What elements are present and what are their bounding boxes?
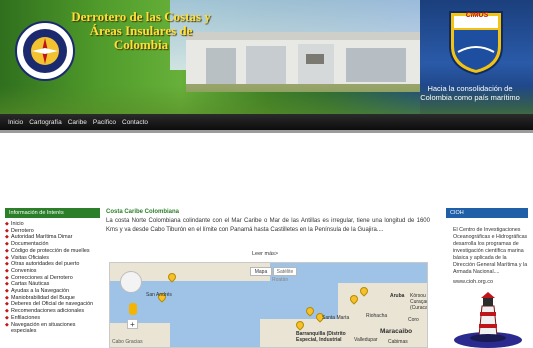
sidebar-item-label: Navegación en situaciones especiales — [11, 321, 76, 335]
site-title: Derrotero de las Costas y Áreas Insulare… — [71, 9, 211, 52]
right-sidebar: CIOH El Centro de Investigaciones Oceano… — [446, 208, 528, 285]
sidebar-item-label: Otras autoridades del puerto — [11, 261, 80, 268]
banner-tagline: Hacia la consolidación de Colombia como … — [420, 84, 520, 102]
place-santa-marta: Santa Marta — [322, 315, 350, 321]
article-title: Costa Caribe Colombiana — [106, 209, 180, 215]
sidebar-item-label: Documentación — [11, 241, 49, 248]
place-korsou: Kòrsou Curaçao (Curacao) — [410, 293, 428, 311]
sidebar-item-autoridad[interactable]: ◆ Autoridad Marítima Dimar — [5, 234, 100, 241]
place-valledupar: Valledupar — [354, 337, 378, 343]
place-barranquilla: Barranquilla (Distrito Especial, Industr… — [296, 331, 346, 343]
sidebar-item-label: Recomendaciones adicionales — [11, 308, 85, 315]
nav-inicio[interactable]: Inicio — [8, 119, 23, 126]
map-zoom-in-button[interactable]: + — [127, 319, 138, 329]
place-cabimas: Cabimas — [388, 339, 408, 345]
sidebar-item-label: Inicio — [11, 221, 24, 227]
place-roatan: Roatán — [272, 277, 289, 283]
sidebar-list: ◆ Inicio ◆ Derrotero ◆ Autoridad Marítima D… — [5, 221, 100, 335]
sidebar-item-ayudas[interactable]: ◆ Ayudas a la Navegación — [5, 288, 100, 295]
lighthouse-illustration-icon — [454, 292, 522, 348]
sidebar-item-label: Visitas Oficiales — [11, 254, 49, 261]
left-sidebar: Información de Interés ◆ Inicio ◆ Derroter… — [5, 208, 100, 335]
sidebar-item-label: Derrotero — [11, 227, 34, 234]
sidebar-item-visitas[interactable]: ◆ Visitas Oficiales — [5, 255, 100, 262]
map-type-button[interactable]: Mapa — [250, 267, 272, 276]
sidebar-item-inicio[interactable]: ◆ Inicio — [5, 221, 100, 228]
sidebar-item-label: Correcciones al Derrotero — [11, 274, 73, 281]
sidebar-item-label: Deberes del Oficial de navegación — [11, 301, 94, 308]
place-aruba: Aruba — [390, 293, 405, 299]
nav-pacifico[interactable]: Pacífico — [93, 119, 116, 126]
sidebar-item-label: Código de protección de muelles — [11, 247, 90, 254]
satellite-type-button[interactable]: Satélite — [273, 267, 297, 276]
sidebar-item-otras[interactable]: ◆ Otras autoridades del puerto — [5, 261, 100, 268]
map-marker-icon[interactable] — [304, 305, 316, 317]
sidebar-item-label: Convenios — [11, 267, 37, 274]
sidebar-item-label: Maniobrabilidad del Buque — [11, 294, 75, 301]
sidebar-item-deberes[interactable]: ◆ Deberes del Oficial de navegación — [5, 301, 100, 308]
nav-caribe[interactable]: Caribe — [68, 119, 87, 126]
street-view-pegman-icon[interactable] — [129, 303, 137, 315]
nav-cartografia[interactable]: Cartografía — [29, 119, 62, 126]
place-san-andres: San Andrés — [146, 292, 172, 298]
sidebar-item-recomendaciones[interactable]: ◆ Recomendaciones adicionales — [5, 308, 100, 315]
nav-divider — [0, 130, 533, 133]
header-banner: Derrotero de las Costas y Áreas Insulare… — [0, 0, 533, 114]
map-pan-control-icon[interactable] — [120, 271, 142, 293]
sidebar-item-enfilaciones[interactable]: ◆ Enfilaciones — [5, 315, 100, 322]
place-coro: Coro — [408, 317, 419, 323]
sidebar-title: Información de Interés — [5, 208, 100, 218]
sidebar-item-cartas[interactable]: ◆ Cartas Náuticas — [5, 281, 100, 288]
building-photo — [186, 32, 422, 92]
sidebar-item-label: Ayudas a la Navegación — [11, 288, 70, 295]
place-riohacha: Riohacha — [366, 313, 388, 319]
read-more-link[interactable]: Leer más> — [252, 251, 278, 257]
embedded-map[interactable]: Mapa Satélite + San Andrés Roatán Santa … — [109, 262, 428, 348]
sidebar-item-label: Cartas Náuticas — [11, 281, 50, 288]
nav-contacto[interactable]: Contacto — [122, 119, 148, 126]
cioh-description: El Centro de Investigaciones Oceanográfi… — [453, 227, 528, 275]
sidebar-item-documentacion[interactable]: ◆ Documentación — [5, 241, 100, 248]
place-cabo-gracias: Cabo Gracias — [112, 339, 143, 345]
sidebar-item-convenios[interactable]: ◆ Convenios — [5, 268, 100, 275]
cioh-website-link[interactable]: www.cioh.org.co — [446, 279, 528, 285]
sidebar-item-maniobrabilidad[interactable]: ◆ Maniobrabilidad del Buque — [5, 295, 100, 302]
main-content: Costa Caribe Colombiana La costa Norte C… — [106, 208, 430, 234]
sidebar-item-correcciones[interactable]: ◆ Correcciones al Derrotero — [5, 275, 100, 282]
cioh-box-title: CIOH — [446, 208, 528, 218]
place-maracaibo: Maracaibo — [380, 328, 413, 335]
sidebar-item-label: Enfilaciones — [11, 314, 41, 321]
article-body: La costa Norte Colombiana colindante con… — [106, 218, 430, 233]
sidebar-item-codigo[interactable]: ◆ Código de protección de muelles — [5, 248, 100, 255]
sidebar-item-derrotero[interactable]: ◆ Derrotero — [5, 228, 100, 235]
logo-text: CIMUS — [465, 12, 489, 19]
top-navigation: Inicio Cartografía Caribe Pacífico Conta… — [0, 114, 533, 130]
sidebar-item-navegacion[interactable]: ◆ Navegación en situaciones especiales — [5, 322, 100, 335]
sidebar-item-label: Autoridad Marítima Dimar — [11, 234, 73, 241]
